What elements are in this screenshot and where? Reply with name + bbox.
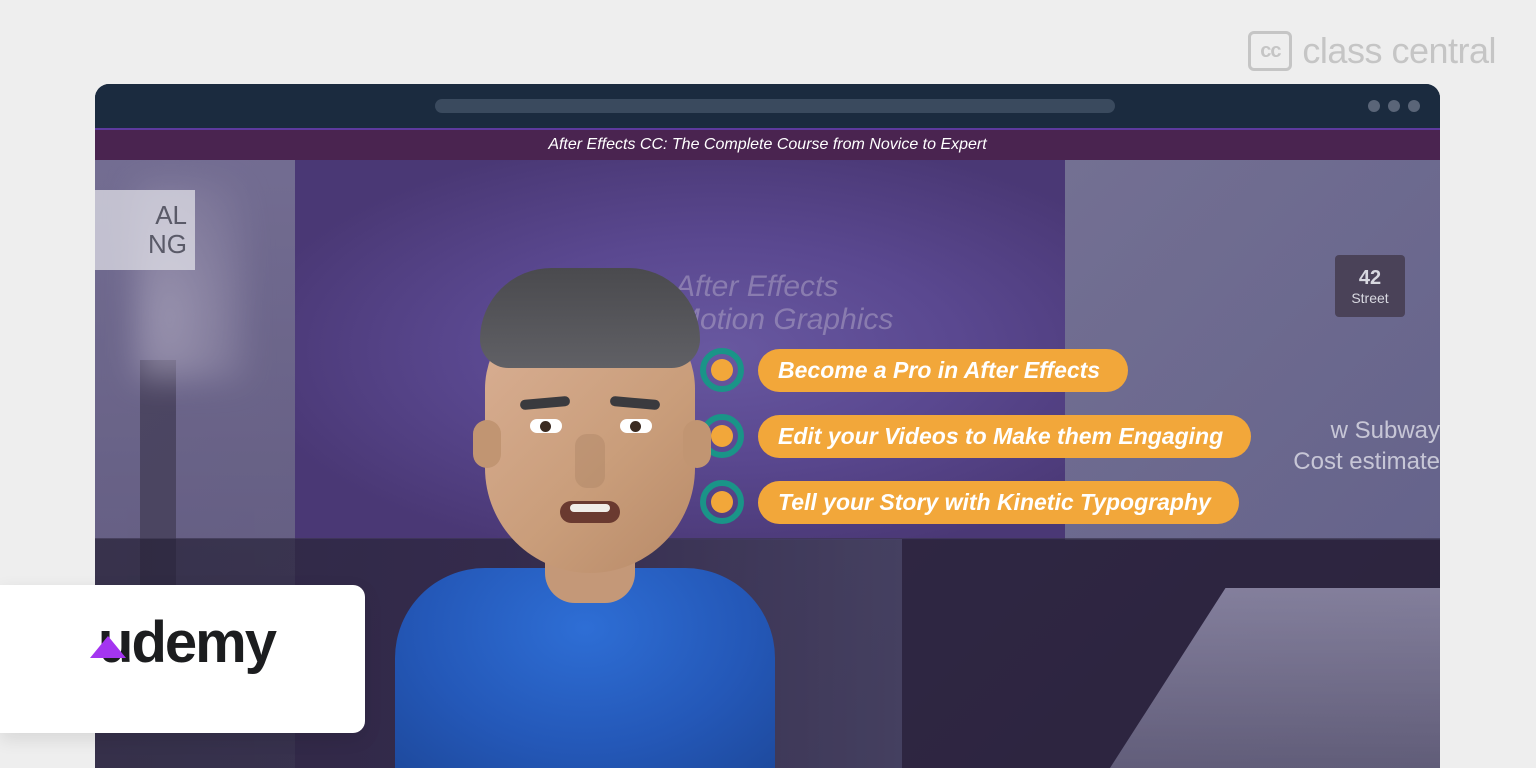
instructor-figure [365,208,785,768]
course-title-bar: After Effects CC: The Complete Course fr… [95,128,1440,160]
udemy-badge: udemy [0,585,365,733]
window-control-dot[interactable] [1408,100,1420,112]
bullet-text: Become a Pro in After Effects [758,349,1128,392]
window-controls [1368,100,1420,112]
udemy-logo: udemy [90,609,275,710]
course-title: After Effects CC: The Complete Course fr… [548,136,986,154]
bg-subway-text: w Subway Cost estimate [1293,415,1440,477]
window-control-dot[interactable] [1388,100,1400,112]
class-central-text: class central [1302,30,1496,72]
bg-left-label: AL NG [95,190,195,270]
class-central-logo: cc class central [1248,30,1496,72]
window-control-dot[interactable] [1368,100,1380,112]
bullet-text: Tell your Story with Kinetic Typography [758,481,1239,524]
bg-street-sign: 42 Street [1335,255,1405,317]
udemy-caret-icon [90,636,126,662]
url-bar[interactable] [435,99,1115,113]
browser-chrome [95,84,1440,128]
bullet-text: Edit your Videos to Make them Engaging [758,415,1251,458]
class-central-icon: cc [1248,31,1292,71]
